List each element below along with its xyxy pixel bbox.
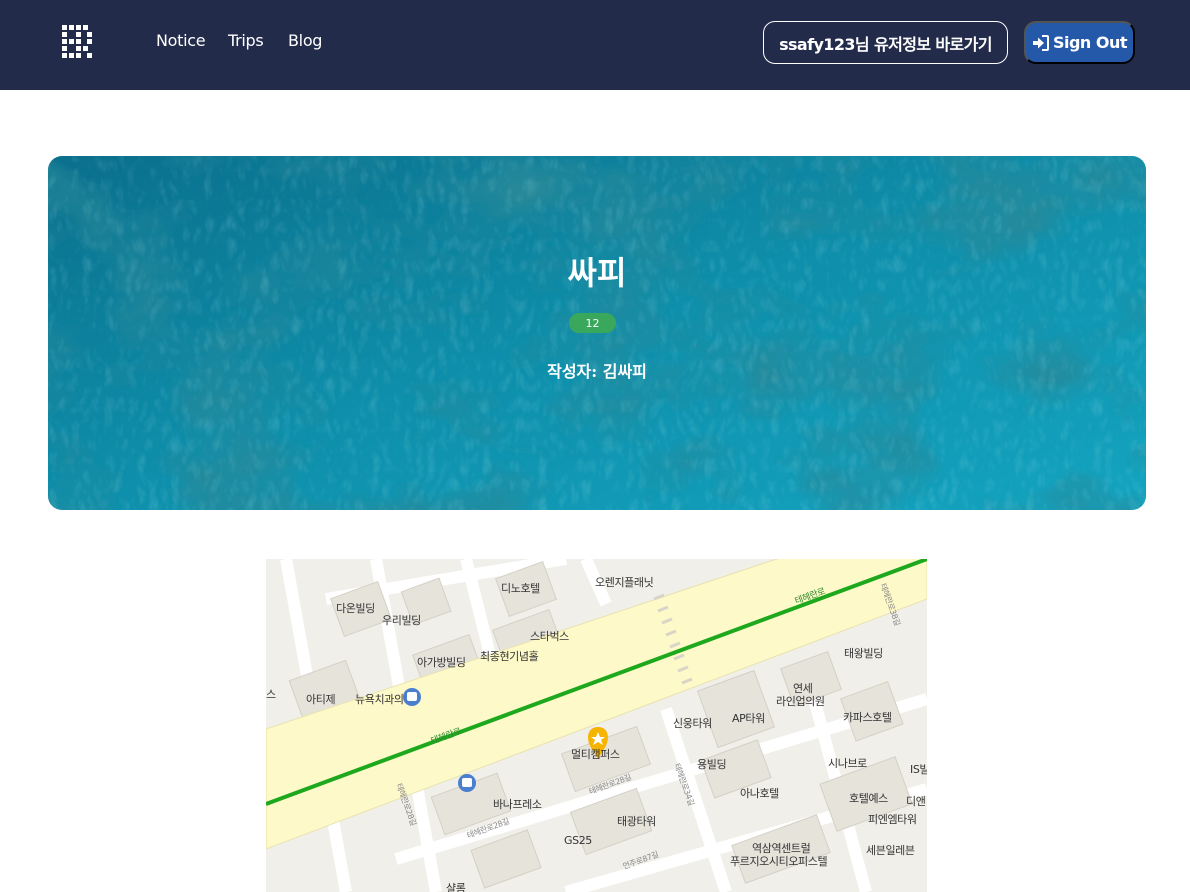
- map-label: 아가방빌딩: [417, 656, 466, 669]
- map-label: 최종현기념홀: [480, 650, 539, 663]
- map-label: 오렌지플래닛: [595, 576, 654, 589]
- sign-in-arrow-icon: [1032, 34, 1049, 51]
- post-hero-banner: 싸피 12 작성자: 김싸피: [48, 156, 1146, 510]
- map-label: 디노호텔: [501, 582, 540, 595]
- map-label: 아티제: [306, 693, 336, 706]
- view-count-badge: 12: [569, 313, 616, 333]
- map-label: 디앤: [906, 795, 926, 808]
- map-label: 스: [266, 688, 276, 701]
- map-label: GS25: [564, 834, 592, 847]
- map-label: 아나호텔: [740, 787, 779, 800]
- location-map[interactable]: 디노호텔 오렌지플래닛 다온빌딩 우리빌딩 스타벅스 최종현기념홀 아가방빌딩 …: [266, 559, 927, 892]
- nav-link-notice[interactable]: Notice: [156, 31, 206, 50]
- map-label: 바나프레소: [493, 798, 542, 811]
- map-label: 샬롬: [446, 882, 466, 892]
- map-label: 우리빌딩: [382, 614, 421, 627]
- map-label: 멀티캠퍼스: [571, 748, 620, 761]
- map-label: 푸르지오시티오피스텔: [730, 855, 828, 868]
- nav-link-trips[interactable]: Trips: [228, 31, 264, 50]
- sign-out-label: Sign Out: [1052, 33, 1128, 52]
- map-label: 태왕빌딩: [844, 647, 883, 660]
- top-navbar: Notice Trips Blog ssafy123님 유저정보 바로가기 Si…: [0, 0, 1190, 90]
- post-author: 작성자: 김싸피: [547, 362, 647, 381]
- map-label: 태광타워: [617, 815, 656, 828]
- ocean-water-image: [48, 156, 1146, 510]
- map-label: AP타워: [732, 712, 765, 725]
- map-label: 신웅타워: [673, 717, 712, 730]
- map-label: IS빌: [910, 763, 927, 776]
- map-label: 다온빌딩: [336, 602, 375, 615]
- map-label: 스타벅스: [530, 630, 569, 643]
- map-label: 시나브로: [828, 757, 867, 770]
- map-label: 세븐일레븐: [866, 844, 915, 857]
- map-label: 호텔예스: [849, 792, 888, 805]
- user-info-button[interactable]: ssafy123님 유저정보 바로가기: [763, 21, 1008, 64]
- map-label: 용빌딩: [697, 758, 727, 771]
- map-label: 뉴욕치과의: [355, 693, 404, 706]
- nav-link-blog[interactable]: Blog: [288, 31, 322, 50]
- map-label: 피엔엠타워: [868, 813, 917, 826]
- pixel-logo-icon[interactable]: [61, 23, 95, 63]
- sign-out-button[interactable]: Sign Out: [1024, 21, 1135, 64]
- map-label: 라인업의원: [776, 695, 825, 708]
- map-label: 카파스호텔: [843, 711, 892, 724]
- post-title: 싸피: [567, 254, 627, 292]
